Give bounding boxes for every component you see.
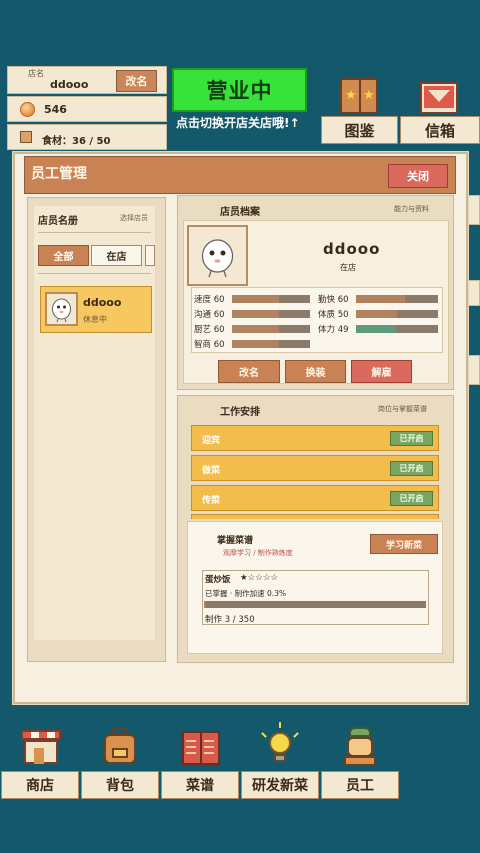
job-toggle[interactable]: 已开启 (390, 491, 433, 506)
stat-bar-fill (356, 310, 397, 318)
open-status-button[interactable]: 营业中 (172, 68, 307, 112)
roster-title: 店员名册 (38, 216, 78, 227)
stat-label: 厨艺 60 (194, 325, 225, 335)
job-row-greeter[interactable]: 迎宾 已开启 (191, 425, 439, 451)
egg-creature-icon (201, 239, 234, 278)
background-panel-edge (468, 355, 480, 385)
stat-label: 体力 49 (318, 325, 349, 335)
staff-avatar (45, 292, 78, 326)
nav-backpack[interactable]: 背包 (81, 771, 159, 799)
stat-bar-fill (232, 295, 279, 303)
stat-bar (356, 325, 438, 333)
chef-staff-icon[interactable] (340, 726, 380, 766)
stat-label: 沟通 60 (194, 310, 225, 320)
recipe-progress-bar (204, 601, 426, 608)
store-name: ddooo (50, 78, 89, 91)
tab-in-store[interactable]: 在店 (91, 245, 142, 266)
nav-shop[interactable]: 商店 (1, 771, 79, 799)
stat-bar-fill (356, 325, 397, 333)
stat-label: 体质 50 (318, 310, 349, 320)
backpack-icon[interactable] (100, 726, 140, 766)
store-name-label: 店名 (28, 69, 44, 78)
food-value: 食材：36 / 50 (42, 136, 111, 147)
coins-value: 546 (44, 103, 67, 116)
album-button[interactable]: 图鉴 (321, 116, 398, 144)
dialog-title: 员工管理 (31, 166, 87, 182)
learn-recipe-button[interactable]: 学习新菜 (370, 534, 438, 554)
job-label: 迎宾 (202, 436, 221, 446)
tab-overflow[interactable] (145, 245, 155, 266)
album-book-icon[interactable]: ★ ★ (340, 78, 378, 114)
recipe-stars: ★☆☆☆☆ (240, 573, 279, 583)
stat-label: 勤快 60 (318, 295, 349, 305)
stat-bar (232, 295, 310, 303)
recipe-progress-text: 制作 3 / 350 (205, 615, 255, 625)
recipes-subtitle: 观摩学习 / 制作熟练度 (223, 549, 293, 557)
mail-envelope-icon[interactable] (420, 82, 458, 114)
job-row-partial (191, 514, 439, 519)
recipe-name: 蛋炒饭 (205, 575, 231, 585)
fire-staff-button[interactable]: 解雇 (351, 360, 412, 383)
job-label: 传菜 (202, 496, 221, 506)
change-outfit-button[interactable]: 换装 (285, 360, 346, 383)
egg-creature-icon (52, 298, 71, 323)
divider (38, 232, 151, 233)
stat-label: 速度 60 (194, 295, 225, 305)
staff-list-status: 休息中 (83, 315, 107, 324)
recipes-title: 掌握菜谱 (217, 536, 254, 546)
close-button[interactable]: 关闭 (388, 164, 448, 188)
nav-staff[interactable]: 员工 (321, 771, 399, 799)
mailbox-button[interactable]: 信箱 (400, 116, 480, 144)
roster-list-area[interactable] (34, 206, 155, 640)
stat-label: 智商 60 (194, 340, 225, 350)
divider (38, 273, 151, 274)
lightbulb-icon[interactable] (260, 722, 300, 766)
background-panel-edge (468, 195, 480, 225)
stat-bar (232, 340, 310, 348)
stat-bar (232, 310, 310, 318)
staff-list-name: ddooo (83, 296, 122, 309)
recipe-book-icon[interactable] (181, 726, 221, 766)
job-row-cook[interactable]: 做菜 已开启 (191, 455, 439, 481)
profile-name: ddooo (323, 240, 381, 258)
job-toggle[interactable]: 已开启 (390, 461, 433, 476)
job-row-server[interactable]: 传菜 已开启 (191, 485, 439, 511)
job-label: 做菜 (202, 466, 221, 476)
rename-staff-button[interactable]: 改名 (218, 360, 280, 383)
profile-subtitle: 能力与资料 (394, 205, 429, 213)
stat-bar (356, 295, 438, 303)
stat-bar (356, 310, 438, 318)
recipe-progress-fill (204, 601, 207, 608)
coin-icon (20, 102, 35, 117)
profile-title: 店员档案 (220, 207, 260, 218)
stat-bar (232, 325, 310, 333)
background-panel-edge (468, 280, 480, 306)
tab-all[interactable]: 全部 (38, 245, 89, 266)
work-subtitle: 岗位与掌握菜谱 (378, 405, 427, 413)
stat-bar-fill (232, 325, 279, 333)
profile-state: 在店 (340, 263, 356, 272)
profile-avatar (187, 225, 248, 286)
shop-icon[interactable] (21, 726, 61, 766)
ingredients-icon (20, 131, 32, 143)
recipe-state: 已掌握 · 制作加速 0.3% (205, 589, 287, 598)
store-rename-button[interactable]: 改名 (116, 70, 157, 92)
job-toggle[interactable]: 已开启 (390, 431, 433, 446)
food-panel: 食材：36 / 50 (7, 124, 167, 150)
open-hint-text: 点击切换开店关店哦!↑ (176, 116, 300, 130)
nav-recipes[interactable]: 菜谱 (161, 771, 239, 799)
work-title: 工作安排 (220, 407, 260, 418)
stat-bar-fill (232, 310, 279, 318)
roster-subtitle: 选择店员 (120, 214, 148, 222)
coins-panel: 546 (7, 96, 167, 122)
nav-develop-dish[interactable]: 研发新菜 (241, 771, 319, 799)
stat-bar-fill (356, 295, 406, 303)
stat-bar-fill (232, 340, 279, 348)
